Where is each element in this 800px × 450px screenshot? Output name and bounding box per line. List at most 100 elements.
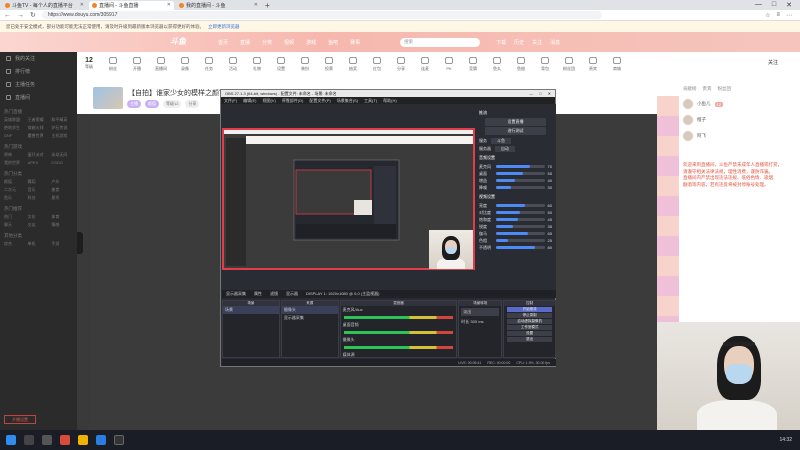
file-explorer-icon[interactable]: [78, 435, 88, 445]
display-select[interactable]: DISPLAY 1: 1920x1080 @ 0,0 (主监视器): [306, 291, 380, 297]
forward-icon[interactable]: →: [17, 12, 24, 19]
volume-meter[interactable]: [343, 331, 454, 334]
sidebar-link[interactable]: 美食: [51, 187, 73, 193]
sidebar-link[interactable]: 二次元: [4, 187, 26, 193]
menu-help[interactable]: 帮助(H): [383, 98, 397, 104]
menu-tools[interactable]: 工具(T): [364, 98, 377, 104]
slider[interactable]: [496, 186, 545, 189]
edge-browser-icon[interactable]: [96, 435, 106, 445]
sidebar-item-rank[interactable]: 排行榜: [0, 65, 77, 78]
tool-fanclub[interactable]: 粉丝团: [557, 52, 581, 72]
tab-vip[interactable]: 贵宾: [703, 86, 712, 92]
more-menu-icon[interactable]: ⋯: [786, 12, 792, 19]
stream-settings-button[interactable]: 开播设置: [4, 415, 36, 424]
sidebar-item-tasks[interactable]: 主播任务: [0, 78, 77, 91]
url-input[interactable]: https://www.douyu.com/305917: [41, 11, 602, 19]
tool-vote[interactable]: 投票: [317, 52, 341, 72]
browser-tab[interactable]: 斗鱼TV - 每个人的直播平台 ✕: [2, 1, 87, 10]
tool-settings[interactable]: 设置: [269, 52, 293, 72]
maximize-icon[interactable]: □: [772, 1, 776, 9]
sidebar-item-room[interactable]: 直播间: [0, 91, 77, 104]
sidebar-link[interactable]: 英雄联盟: [4, 117, 26, 123]
download-link[interactable]: 下载: [496, 39, 506, 46]
new-tab-icon[interactable]: +: [265, 1, 270, 10]
tool-shop[interactable]: 商城: [605, 52, 629, 72]
nav-item-game[interactable]: 游戏: [306, 39, 316, 46]
sidebar-collapse-handle[interactable]: [77, 232, 83, 254]
transition-select[interactable]: 淡出: [461, 308, 500, 316]
menu-edit[interactable]: 编辑(E): [243, 98, 256, 104]
close-tab-icon[interactable]: ✕: [167, 2, 171, 8]
exit-button[interactable]: 退出: [507, 337, 553, 342]
sidebar-link[interactable]: 体育: [51, 214, 73, 220]
tool-activity[interactable]: 活动: [221, 52, 245, 72]
sidebar-link[interactable]: 原神: [4, 152, 26, 158]
properties-button[interactable]: 属性: [254, 291, 262, 297]
tool-vip[interactable]: 贵宾: [581, 52, 605, 72]
menu-file[interactable]: 文件(F): [224, 98, 237, 104]
tool-room[interactable]: 直播间: [149, 52, 173, 72]
follow-link[interactable]: 关注: [532, 39, 542, 46]
sidebar-link[interactable]: APEX: [28, 160, 50, 166]
duration-input[interactable]: 300 ms: [470, 319, 483, 324]
tool-dressup[interactable]: 装扮: [293, 52, 317, 72]
tool-pk[interactable]: PK: [437, 52, 461, 71]
sidebar-link[interactable]: 主机游戏: [51, 133, 73, 139]
sidebar-link[interactable]: 星秀: [51, 195, 73, 201]
tool-gift[interactable]: 礼物: [245, 52, 269, 72]
history-link[interactable]: 历史: [514, 39, 524, 46]
tool-guess[interactable]: 竞猜: [461, 52, 485, 72]
sidebar-link[interactable]: 我的世界: [4, 160, 26, 166]
chip-share[interactable]: 分享: [185, 100, 200, 108]
close-window-icon[interactable]: ✕: [548, 91, 551, 96]
tool-fin[interactable]: 鱼翅: [509, 52, 533, 72]
tool-share[interactable]: 分享: [389, 52, 413, 72]
slider[interactable]: [496, 218, 545, 221]
sidebar-link[interactable]: 穿越火线: [28, 125, 50, 131]
tool-fans[interactable]: 粉丝: [101, 52, 125, 72]
sidebar-link[interactable]: 和平精英: [51, 117, 73, 123]
tool-backpack[interactable]: 背包: [533, 52, 557, 72]
minimize-icon[interactable]: —: [755, 1, 762, 9]
slider[interactable]: [496, 204, 545, 207]
tool-record[interactable]: 录像: [173, 52, 197, 72]
slider[interactable]: [496, 179, 545, 182]
source-item[interactable]: 摄像头: [281, 306, 338, 314]
sidebar-link[interactable]: 聊天: [4, 222, 26, 228]
menu-view[interactable]: 视图(V): [262, 98, 275, 104]
stream-avatar[interactable]: [93, 87, 123, 109]
sidebar-link[interactable]: DNF: [4, 133, 26, 139]
chip-category[interactable]: 颜值: [145, 100, 159, 108]
slider[interactable]: [496, 165, 545, 168]
sidebar-link[interactable]: 蛋仔派对: [28, 152, 50, 158]
maximize-icon[interactable]: □: [539, 91, 541, 96]
windows-start-icon[interactable]: [6, 435, 16, 445]
virtual-camera-button[interactable]: 启动虚拟摄像机: [507, 319, 553, 324]
nav-item-home[interactable]: 首页: [218, 39, 228, 46]
sidebar-link[interactable]: 文化: [28, 214, 50, 220]
sidebar-link[interactable]: 综合: [4, 241, 26, 247]
slider[interactable]: [496, 246, 545, 249]
sidebar-link[interactable]: CSGO: [51, 160, 73, 166]
sidebar-link[interactable]: 热门: [4, 214, 26, 220]
close-tab-icon[interactable]: ✕: [80, 2, 84, 8]
nav-item-video[interactable]: 视频: [284, 39, 294, 46]
source-item[interactable]: 显示器采集: [282, 314, 338, 322]
volume-meter[interactable]: [343, 316, 454, 319]
service-select[interactable]: 斗鱼: [491, 138, 511, 144]
sidebar-link[interactable]: 单机: [28, 241, 50, 247]
tool-golive[interactable]: 开播: [125, 52, 149, 72]
tool-task[interactable]: 任务: [197, 52, 221, 72]
close-tab-icon[interactable]: ✕: [254, 2, 258, 8]
browser-tab[interactable]: 我的直播间 - 斗鱼 ✕: [176, 1, 261, 10]
slider[interactable]: [496, 172, 545, 175]
tool-redpacket[interactable]: 红包: [365, 52, 389, 72]
collections-icon[interactable]: ≡: [776, 12, 780, 19]
sidebar-link[interactable]: 户外: [51, 179, 73, 185]
nav-item-live[interactable]: 直播: [240, 39, 250, 46]
site-search-input[interactable]: 搜索: [400, 37, 481, 47]
nav-item-category[interactable]: 分类: [262, 39, 272, 46]
nav-item-fishbar[interactable]: 鱼吧: [328, 39, 338, 46]
follow-button[interactable]: 关注: [768, 59, 778, 66]
sidebar-link[interactable]: 手游: [51, 241, 73, 247]
